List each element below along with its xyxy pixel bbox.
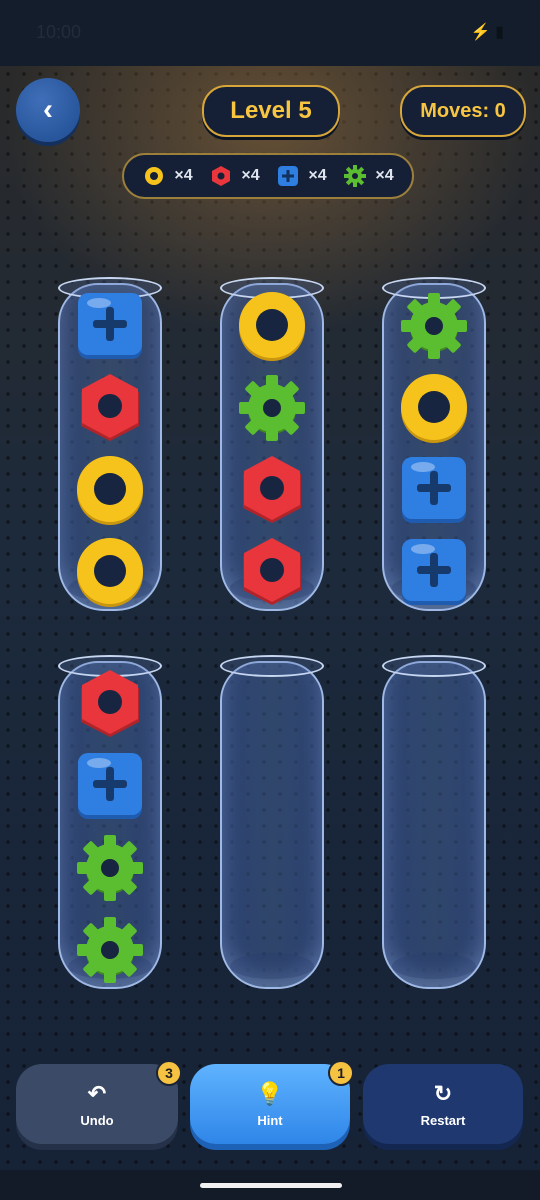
hint-button[interactable]: 💡 Hint 1	[190, 1060, 354, 1144]
home-indicator[interactable]	[200, 1183, 342, 1188]
status-icons: ⚡ ▮	[470, 24, 504, 41]
game-board	[0, 66, 540, 1170]
tube-4[interactable]	[58, 655, 162, 989]
level-label: Level 5	[230, 97, 312, 124]
washer-piece[interactable]	[237, 291, 307, 361]
tube-2[interactable]	[220, 277, 324, 611]
tube-6[interactable]	[382, 655, 486, 989]
hex-nut-piece[interactable]	[237, 537, 307, 607]
piece-legend: ×4 ×4 ×4 ×4	[122, 153, 414, 199]
restart-icon: ↻	[433, 1080, 453, 1106]
legend-item-gear: ×4	[343, 164, 394, 188]
tube-1[interactable]	[58, 277, 162, 611]
hex-nut-piece[interactable]	[75, 373, 145, 443]
legend-item-hex-nut: ×4	[209, 164, 260, 188]
gear-icon	[344, 165, 367, 187]
washer-piece[interactable]	[399, 373, 469, 443]
hint-count-badge: 1	[328, 1060, 354, 1086]
washer-piece[interactable]	[75, 537, 145, 607]
restart-button[interactable]: ↻ Restart	[363, 1064, 523, 1144]
plus-block-piece[interactable]	[399, 537, 469, 607]
moves-counter: Moves: 0	[400, 85, 526, 137]
legend-item-plus-block: ×4	[276, 164, 327, 188]
legend-count-gear: ×4	[375, 167, 394, 184]
gear-piece[interactable]	[237, 373, 307, 443]
plus-block-piece[interactable]	[75, 291, 145, 361]
washer-icon	[145, 167, 164, 185]
legend-count-plus-block: ×4	[308, 167, 327, 184]
gear-piece[interactable]	[75, 833, 145, 903]
restart-label: Restart	[420, 1112, 466, 1128]
legend-count-washer: ×4	[174, 167, 193, 184]
tube-base	[392, 953, 476, 979]
tube-3[interactable]	[382, 277, 486, 611]
tube-rim	[220, 655, 324, 677]
back-button[interactable]: ‹	[16, 78, 80, 142]
lightbulb-icon: 💡	[256, 1080, 284, 1106]
hex-nut-piece[interactable]	[237, 455, 307, 525]
chevron-left-icon: ‹	[43, 93, 53, 126]
gear-piece[interactable]	[399, 291, 469, 361]
hex-nut-piece[interactable]	[75, 669, 145, 739]
washer-piece[interactable]	[75, 455, 145, 525]
gear-piece[interactable]	[75, 915, 145, 985]
undo-icon: ↶	[87, 1080, 107, 1106]
hex-nut-icon	[212, 166, 231, 186]
legend-count-hex-nut: ×4	[241, 167, 260, 184]
tube-base	[230, 953, 314, 979]
tube-rim	[382, 655, 486, 677]
status-time: 10:00	[36, 22, 82, 42]
undo-count-badge: 3	[156, 1060, 182, 1086]
legend-item-washer: ×4	[142, 164, 193, 188]
undo-label: Undo	[80, 1112, 114, 1128]
undo-button[interactable]: ↶ Undo 3	[16, 1060, 182, 1144]
status-bar: 10:00 ⚡ ▮	[0, 0, 540, 66]
plus-block-piece[interactable]	[75, 751, 145, 821]
plus-block-icon	[278, 166, 299, 186]
tube-5[interactable]	[220, 655, 324, 989]
level-indicator: Level 5	[202, 85, 340, 137]
hint-label: Hint	[257, 1112, 283, 1128]
plus-block-piece[interactable]	[399, 455, 469, 525]
moves-label: Moves: 0	[420, 99, 506, 122]
